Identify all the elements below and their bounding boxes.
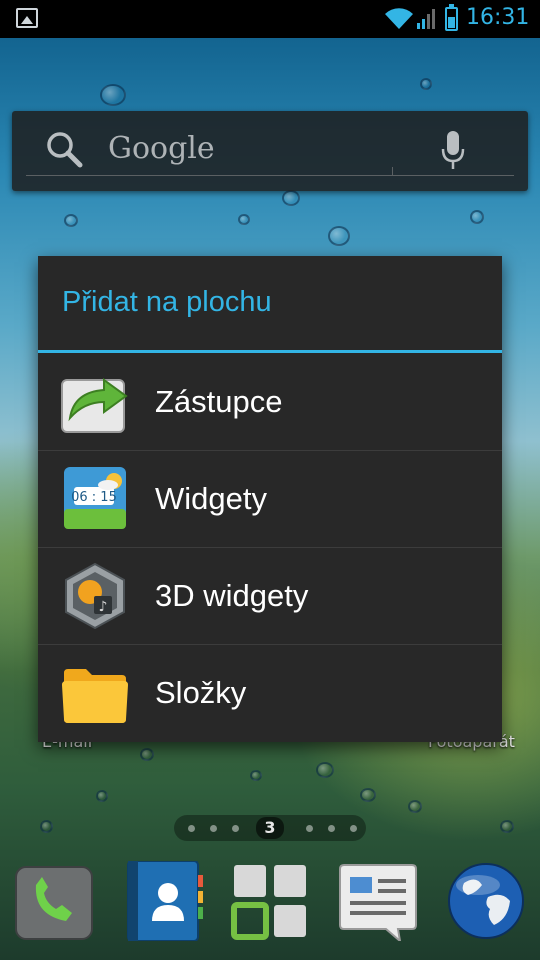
- dock: [0, 853, 540, 960]
- messages-icon[interactable]: [338, 861, 418, 941]
- page-dot: [188, 825, 195, 832]
- folder-icon: [62, 669, 128, 723]
- phone-icon[interactable]: [14, 861, 94, 941]
- menu-item-label: Složky: [155, 675, 247, 710]
- dialog-title: Přidat na plochu: [62, 286, 272, 318]
- page-dot: [328, 825, 335, 832]
- status-clock: 16:31: [466, 5, 530, 30]
- add-to-home-dialog: Přidat na plochu Zástupce 06 : 15 Widget…: [38, 256, 502, 742]
- menu-item-shortcuts[interactable]: Zástupce: [38, 354, 502, 450]
- search-underline-tick: [392, 167, 393, 176]
- page-indicator[interactable]: 3: [174, 815, 366, 841]
- page-dot: [306, 825, 313, 832]
- menu-item-widgets[interactable]: 06 : 15 Widgety: [38, 451, 502, 547]
- google-search-widget[interactable]: Google: [12, 111, 528, 191]
- shortcut-icon: [61, 378, 128, 433]
- svg-text:♪: ♪: [99, 599, 108, 615]
- widgets-icon: 06 : 15: [64, 467, 126, 529]
- search-icon[interactable]: [44, 129, 84, 169]
- page-dot: [350, 825, 357, 832]
- menu-item-label: 3D widgety: [155, 578, 309, 613]
- 3d-widgets-icon: ♪: [65, 562, 125, 630]
- signal-icon: [417, 9, 435, 29]
- mic-icon[interactable]: [440, 129, 466, 173]
- menu-item-label: Zástupce: [155, 384, 283, 419]
- apps-icon[interactable]: [230, 861, 310, 941]
- svg-text:06 : 15: 06 : 15: [71, 490, 117, 505]
- menu-item-3d-widgets[interactable]: ♪ 3D widgety: [38, 548, 502, 644]
- dialog-title-divider: [38, 350, 502, 353]
- contacts-icon[interactable]: [124, 861, 204, 941]
- battery-icon: [445, 4, 458, 31]
- google-search-label[interactable]: Google: [108, 131, 215, 166]
- gallery-notification-icon: [16, 8, 38, 28]
- status-bar: 16:31: [0, 0, 540, 38]
- browser-globe-icon[interactable]: [446, 861, 526, 941]
- wifi-icon: [385, 8, 413, 30]
- page-dot: [232, 825, 239, 832]
- search-underline: [26, 175, 514, 176]
- page-dot: [210, 825, 217, 832]
- menu-item-folders[interactable]: Složky: [38, 645, 502, 741]
- menu-item-label: Widgety: [155, 481, 267, 516]
- current-page-number: 3: [256, 817, 284, 839]
